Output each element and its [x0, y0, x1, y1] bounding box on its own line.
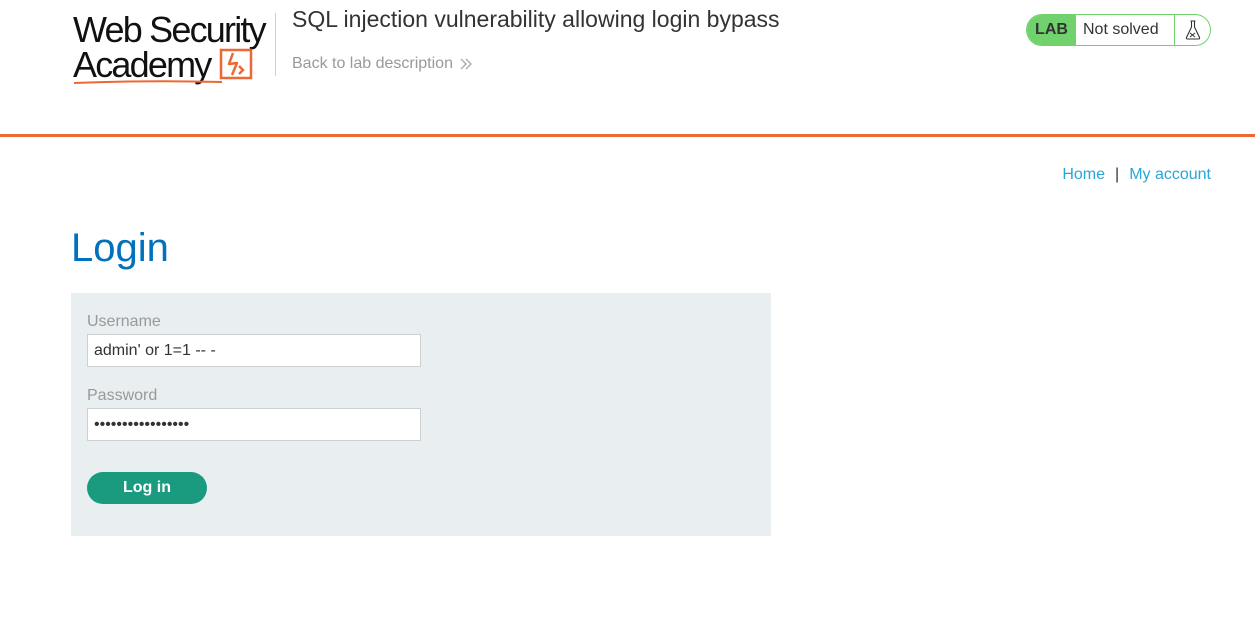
username-label: Username [87, 313, 161, 330]
lab-status-widget: LAB Not solved [1026, 14, 1211, 46]
login-form: Username Password Log in [71, 293, 771, 536]
password-label: Password [87, 387, 158, 404]
nav-separator: | [1115, 166, 1120, 183]
logo-underline-swoosh [73, 80, 223, 84]
log-in-button[interactable]: Log in [87, 472, 207, 504]
lab-title: SQL injection vulnerability allowing log… [292, 6, 780, 32]
my-account-link[interactable]: My account [1129, 166, 1211, 184]
double-chevron-right-icon [460, 58, 472, 70]
back-link-label: Back to lab description [292, 55, 453, 72]
logo-text-line2: Academy [73, 44, 212, 85]
header-divider [275, 13, 276, 76]
academy-lab-header: Web Security Academy SQL injection vulne… [0, 0, 1255, 137]
home-link[interactable]: Home [1062, 166, 1105, 184]
back-to-lab-description-link[interactable]: Back to lab description [292, 55, 473, 73]
logo-lightning-icon [219, 48, 253, 80]
lab-status-text: Not solved [1083, 21, 1159, 38]
flask-icon [1185, 20, 1200, 40]
username-input[interactable] [87, 334, 421, 367]
password-input[interactable] [87, 408, 421, 441]
page-title: Login [71, 226, 169, 270]
flask-icon-container[interactable] [1174, 15, 1210, 45]
top-navigation: Home | My account [1062, 166, 1211, 184]
web-security-academy-logo[interactable]: Web Security Academy [73, 10, 273, 84]
lab-badge: LAB [1027, 15, 1076, 45]
logo-text-line1: Web Security [73, 9, 267, 50]
